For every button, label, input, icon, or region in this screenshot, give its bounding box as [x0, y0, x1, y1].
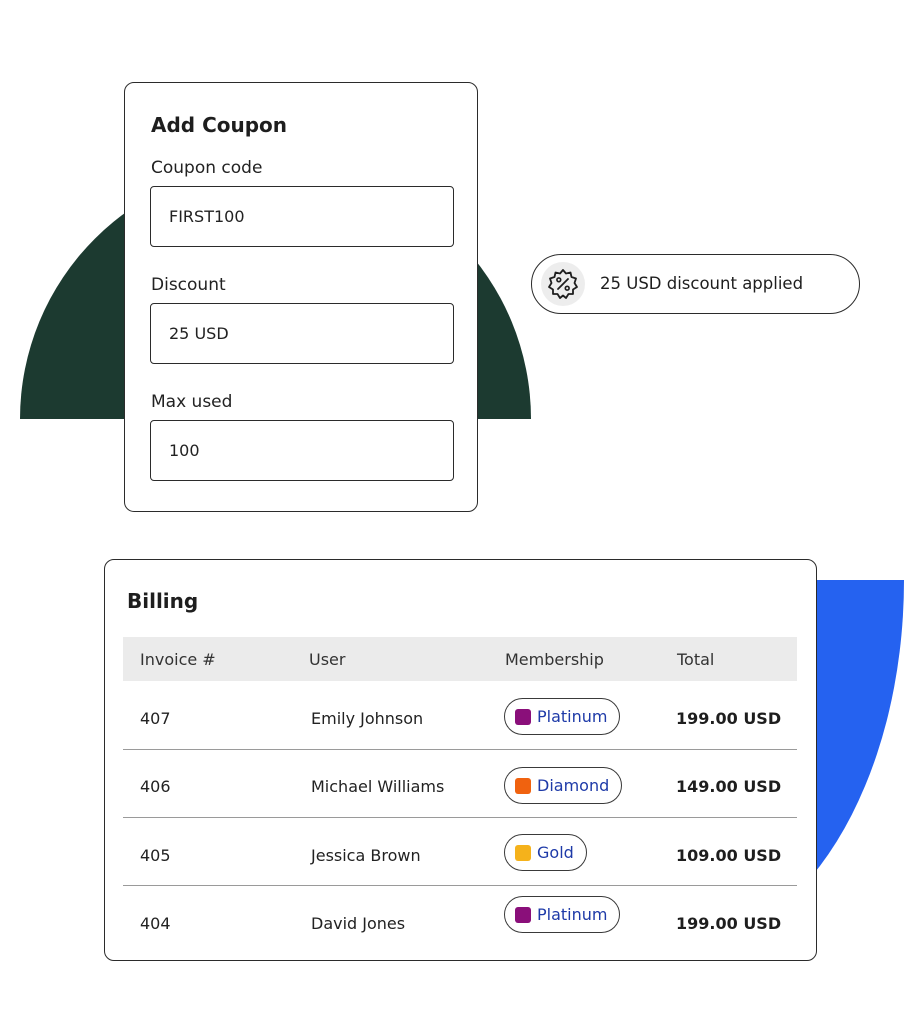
invoice-total: 199.00 USD	[676, 914, 782, 933]
invoice-number: 406	[140, 777, 171, 796]
column-header-membership: Membership	[505, 650, 604, 669]
membership-label: Diamond	[537, 776, 610, 795]
membership-label: Platinum	[537, 905, 608, 924]
invoice-total: 149.00 USD	[676, 777, 782, 796]
invoice-total: 109.00 USD	[676, 846, 782, 865]
invoice-number: 405	[140, 846, 171, 865]
coupon-code-value: FIRST100	[169, 207, 245, 226]
max-used-value: 100	[169, 441, 200, 460]
column-header-total: Total	[677, 650, 715, 669]
table-row[interactable]: 407 Emily Johnson Platinum 199.00 USD	[123, 681, 797, 750]
add-coupon-title: Add Coupon	[151, 113, 288, 137]
membership-color-swatch	[515, 906, 531, 923]
discount-applied-badge: 25 USD discount applied	[531, 254, 860, 314]
discount-value: 25 USD	[169, 324, 229, 343]
max-used-label: Max used	[151, 392, 233, 412]
invoice-total: 199.00 USD	[676, 709, 782, 728]
membership-label: Gold	[537, 843, 574, 862]
user-name: Michael Williams	[311, 777, 445, 796]
add-coupon-card: Add Coupon Coupon code FIRST100 Discount…	[124, 82, 478, 512]
discount-applied-text: 25 USD discount applied	[600, 274, 804, 293]
membership-color-swatch	[515, 708, 531, 725]
table-row[interactable]: 406 Michael Williams Diamond 149.00 USD	[123, 749, 797, 818]
discount-label: Discount	[151, 275, 226, 295]
column-header-invoice: Invoice #	[140, 650, 216, 669]
membership-color-swatch	[515, 844, 531, 861]
user-name: David Jones	[311, 914, 406, 933]
column-header-user: User	[309, 650, 346, 669]
billing-card: Billing Invoice # User Membership Total …	[104, 559, 817, 961]
max-used-field[interactable]: 100	[150, 420, 454, 481]
table-row[interactable]: 404 David Jones Platinum 199.00 USD	[123, 886, 797, 954]
discount-field[interactable]: 25 USD	[150, 303, 454, 364]
membership-color-swatch	[515, 777, 531, 794]
table-row[interactable]: 405 Jessica Brown Gold 109.00 USD	[123, 817, 797, 886]
user-name: Emily Johnson	[311, 709, 424, 728]
membership-badge: Platinum	[504, 896, 621, 933]
coupon-code-label: Coupon code	[151, 158, 263, 178]
user-name: Jessica Brown	[311, 846, 421, 865]
membership-badge: Diamond	[504, 767, 623, 804]
membership-badge: Gold	[504, 834, 587, 871]
coupon-code-field[interactable]: FIRST100	[150, 186, 454, 247]
billing-title: Billing	[127, 589, 199, 613]
membership-badge: Platinum	[504, 698, 621, 735]
table-header: Invoice # User Membership Total	[123, 637, 797, 681]
invoice-number: 407	[140, 709, 171, 728]
membership-label: Platinum	[537, 707, 608, 726]
invoice-number: 404	[140, 914, 171, 933]
discount-percent-icon	[541, 262, 585, 306]
